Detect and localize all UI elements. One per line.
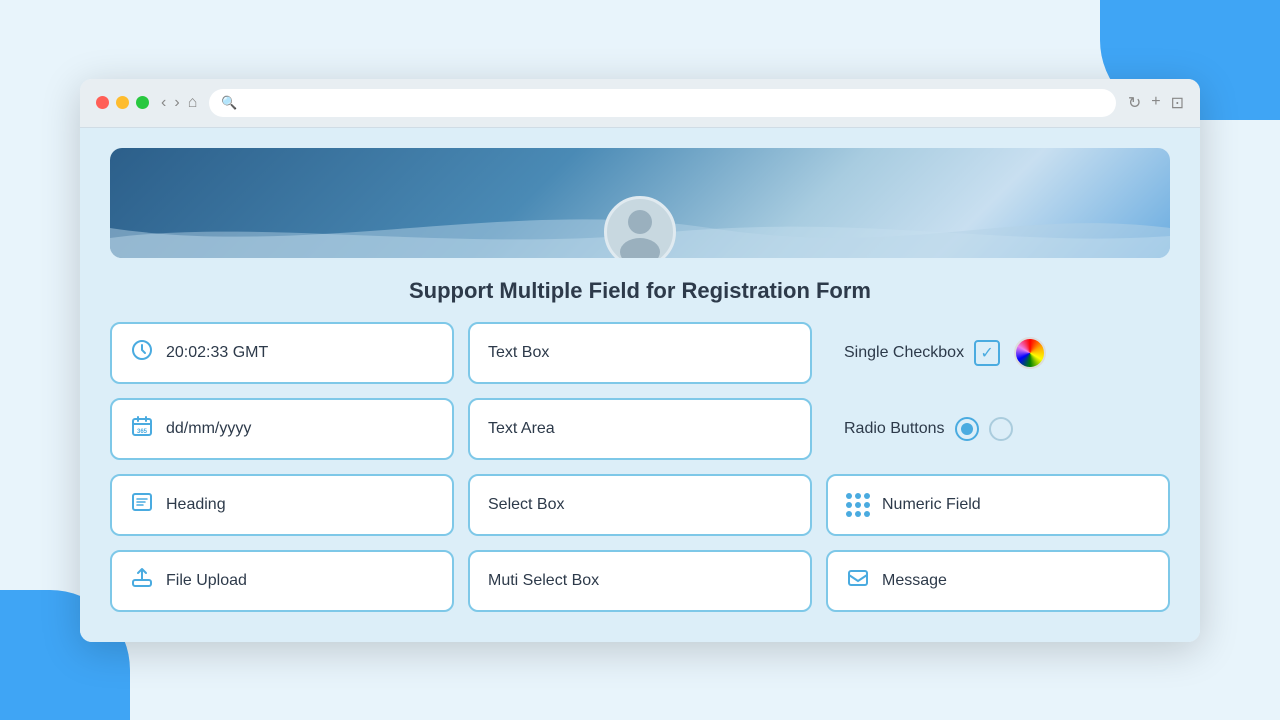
svg-text:365: 365 xyxy=(137,429,148,435)
date-field-button[interactable]: 365 dd/mm/yyyy xyxy=(110,398,454,460)
page-content: Support Multiple Field for Registration … xyxy=(80,128,1200,642)
grid-icon xyxy=(846,493,870,517)
profile-banner xyxy=(110,148,1170,258)
numeric-icon xyxy=(846,493,870,517)
time-field-label: 20:02:33 GMT xyxy=(166,344,268,362)
close-button[interactable] xyxy=(96,96,109,109)
browser-actions: ↻ + ⊡ xyxy=(1128,93,1184,113)
browser-window: ‹ › ⌂ 🔍 ↻ + ⊡ xyxy=(80,79,1200,642)
date-field-label: dd/mm/yyyy xyxy=(166,420,251,438)
reload-icon[interactable]: ↻ xyxy=(1128,93,1141,113)
heading-icon xyxy=(130,490,154,520)
menu-icon[interactable]: ⊡ xyxy=(1171,93,1184,113)
maximize-button[interactable] xyxy=(136,96,149,109)
select-box-label: Select Box xyxy=(488,496,564,514)
avatar xyxy=(604,196,676,258)
new-tab-icon[interactable]: + xyxy=(1151,93,1160,113)
browser-bar: ‹ › ⌂ 🔍 ↻ + ⊡ xyxy=(80,79,1200,128)
search-icon: 🔍 xyxy=(221,95,237,111)
message-icon xyxy=(846,566,870,596)
multi-select-label: Muti Select Box xyxy=(488,572,599,590)
color-wheel-icon xyxy=(1014,337,1046,369)
form-title: Support Multiple Field for Registration … xyxy=(110,278,1170,304)
nav-buttons: ‹ › ⌂ xyxy=(161,94,197,112)
radio-buttons-label: Radio Buttons xyxy=(844,420,945,438)
clock-icon xyxy=(130,338,154,368)
checkbox-icon[interactable]: ✓ xyxy=(974,340,1000,366)
minimize-button[interactable] xyxy=(116,96,129,109)
multi-select-button[interactable]: Muti Select Box xyxy=(468,550,812,612)
heading-button[interactable]: Heading xyxy=(110,474,454,536)
avatar-icon xyxy=(615,204,665,258)
select-box-button[interactable]: Select Box xyxy=(468,474,812,536)
text-area-button[interactable]: Text Area xyxy=(468,398,812,460)
message-button[interactable]: Message xyxy=(826,550,1170,612)
file-upload-button[interactable]: File Upload xyxy=(110,550,454,612)
forward-button[interactable]: › xyxy=(174,94,179,112)
back-button[interactable]: ‹ xyxy=(161,94,166,112)
numeric-field-button[interactable]: Numeric Field xyxy=(826,474,1170,536)
fields-grid: 20:02:33 GMT Text Box Single Checkbox ✓ xyxy=(110,322,1170,612)
single-checkbox-row[interactable]: Single Checkbox ✓ xyxy=(826,322,1170,384)
single-checkbox-label: Single Checkbox xyxy=(844,344,964,362)
radio-button-2[interactable] xyxy=(989,417,1013,441)
radio-button-1[interactable] xyxy=(955,417,979,441)
address-bar[interactable]: 🔍 xyxy=(209,89,1116,117)
message-label: Message xyxy=(882,572,947,590)
heading-label: Heading xyxy=(166,496,226,514)
file-upload-label: File Upload xyxy=(166,572,247,590)
text-area-label: Text Area xyxy=(488,420,555,438)
avatar-container xyxy=(604,196,676,258)
traffic-lights xyxy=(96,96,149,109)
calendar-icon: 365 xyxy=(130,414,154,444)
upload-icon xyxy=(130,566,154,596)
radio-buttons-row[interactable]: Radio Buttons xyxy=(826,398,1170,460)
home-button[interactable]: ⌂ xyxy=(188,94,198,112)
numeric-field-label: Numeric Field xyxy=(882,496,981,514)
time-field-button[interactable]: 20:02:33 GMT xyxy=(110,322,454,384)
text-box-button[interactable]: Text Box xyxy=(468,322,812,384)
text-box-label: Text Box xyxy=(488,344,549,362)
